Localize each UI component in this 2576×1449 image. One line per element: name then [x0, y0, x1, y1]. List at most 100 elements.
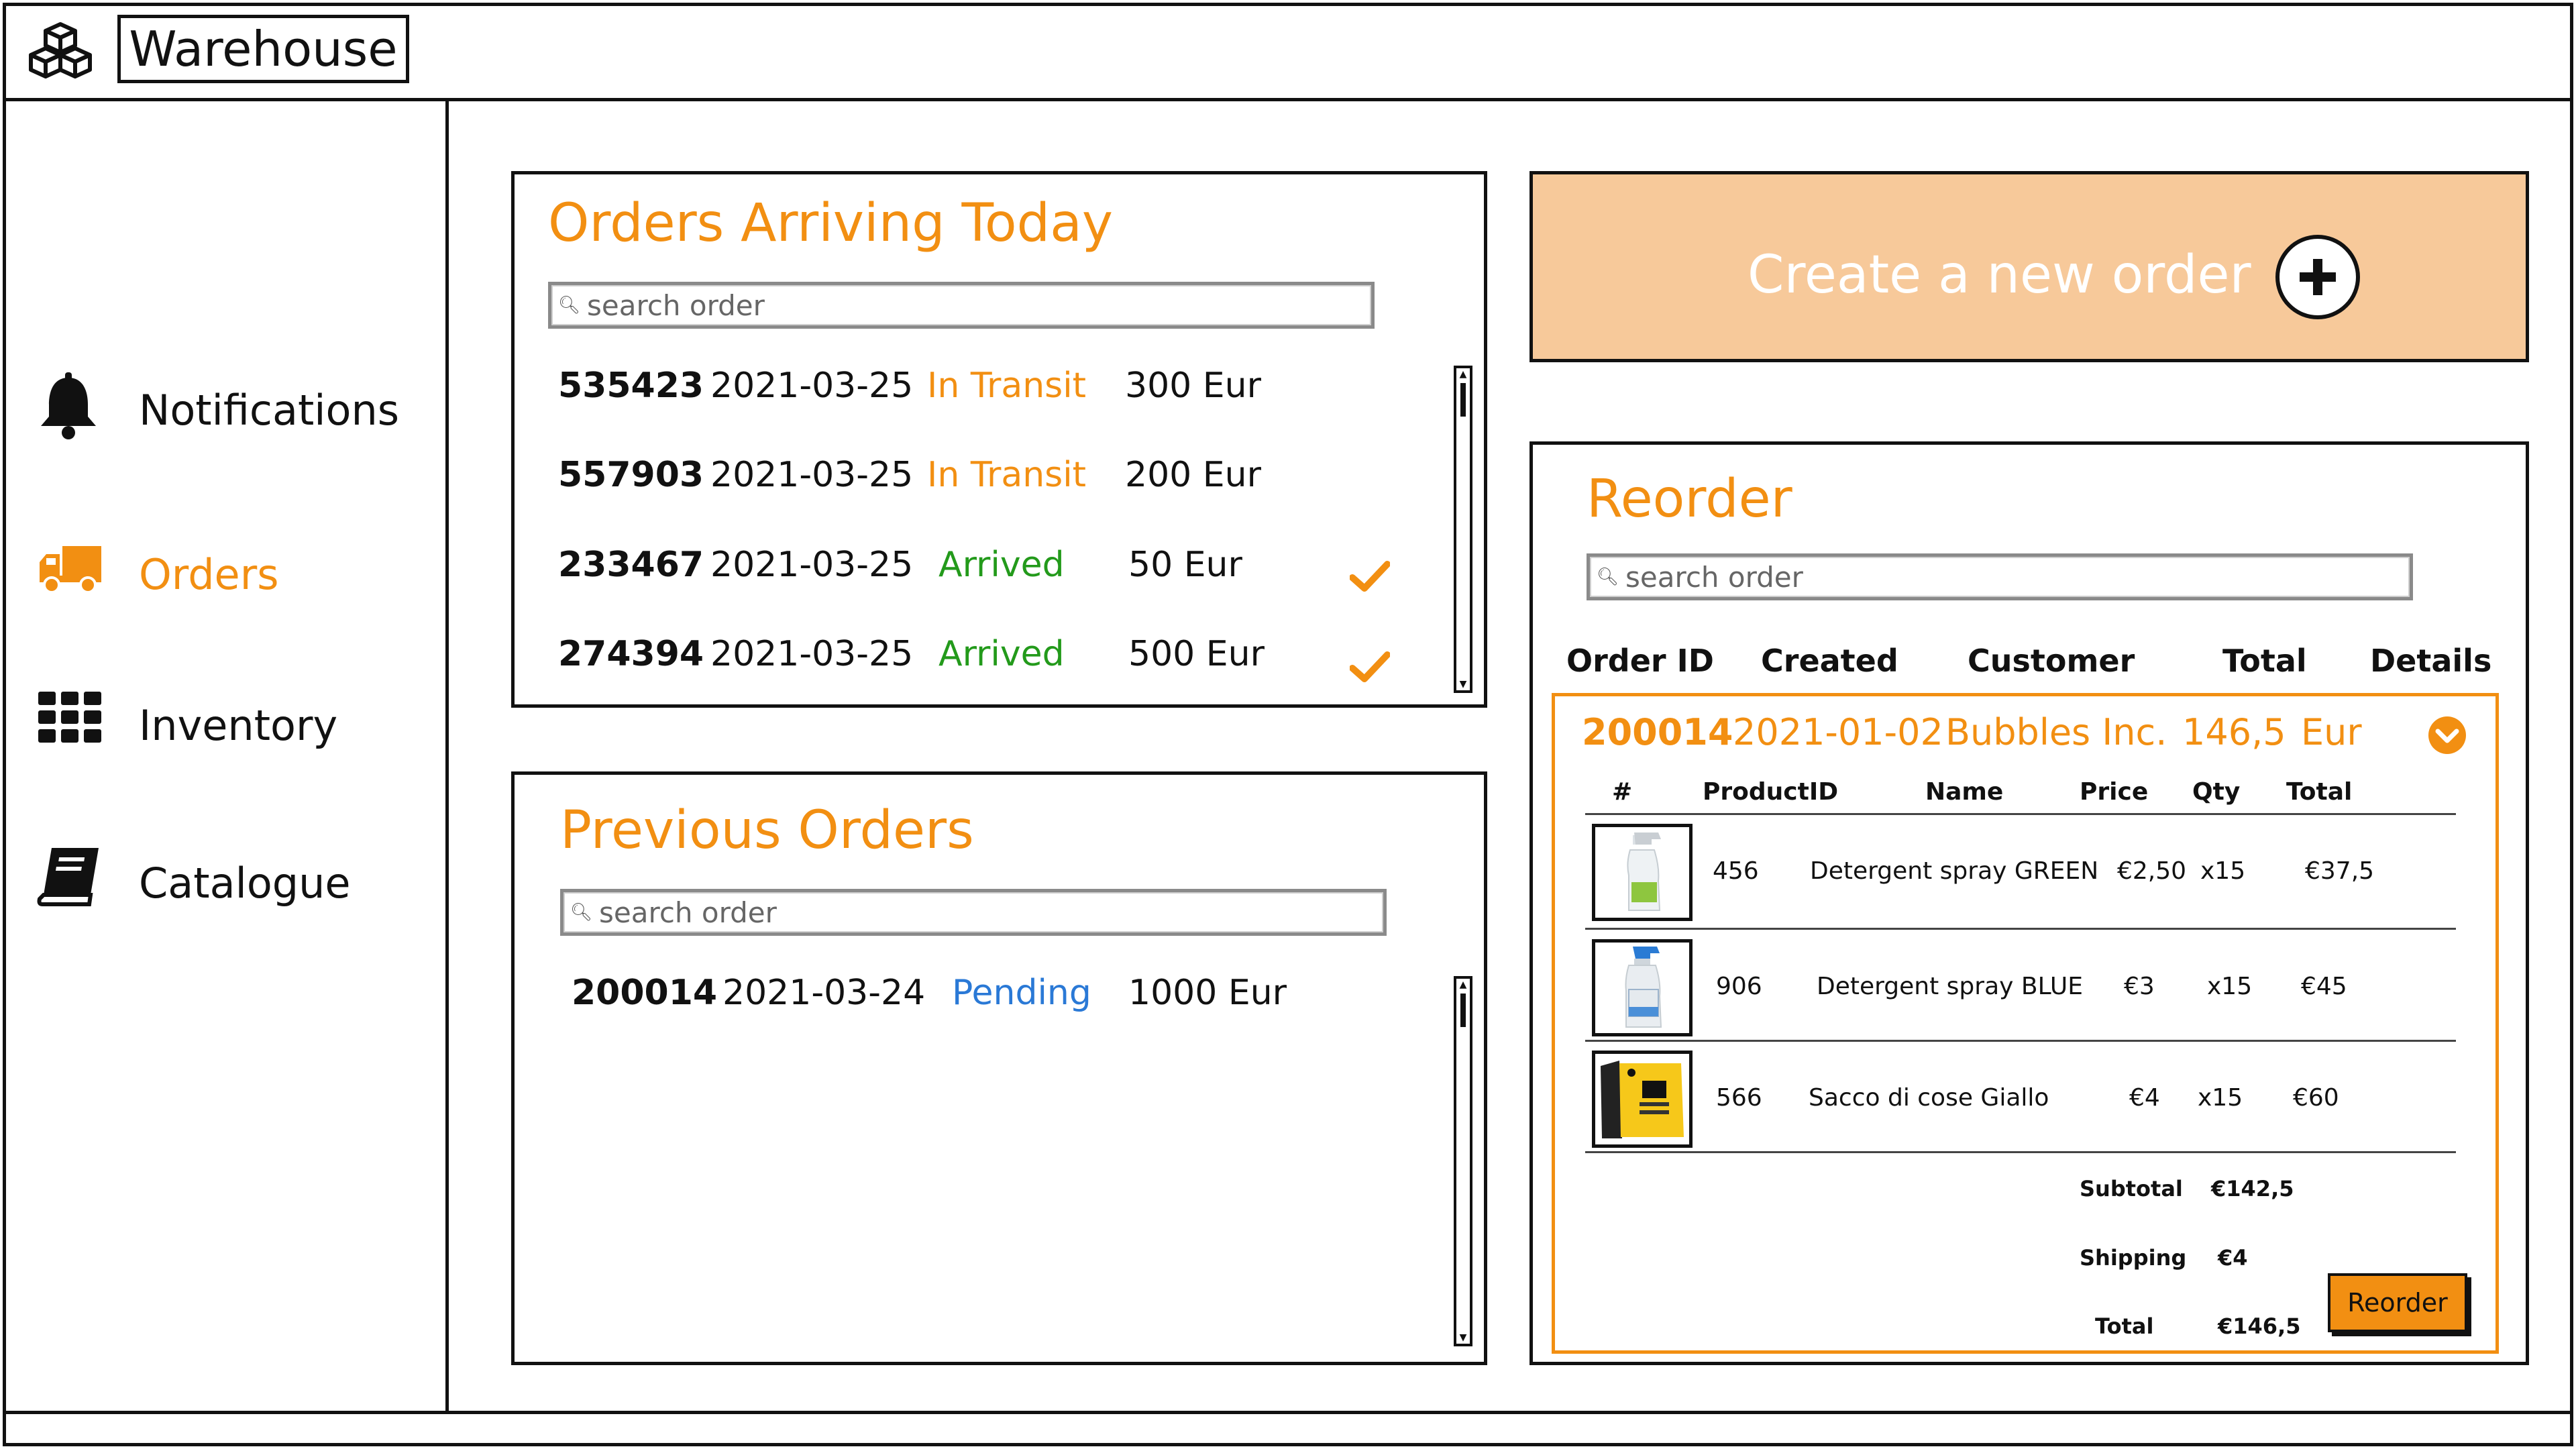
item-name: Detergent spray GREEN — [1810, 857, 2099, 885]
item-total: €37,5 — [2305, 857, 2375, 885]
expanded-order-card[interactable]: 200014 2021-01-02 Bubbles Inc. 146,5 Eur… — [1552, 693, 2499, 1354]
order-amount: 500 Eur — [1128, 634, 1265, 674]
search-field[interactable]: 🔍︎ — [1587, 553, 2413, 600]
panel-title: Previous Orders — [560, 800, 974, 861]
order-status: Arrived — [938, 634, 1065, 674]
sidebar-item-inventory[interactable]: Inventory — [37, 688, 413, 761]
item-total: €45 — [2301, 973, 2347, 1000]
sidebar-item-label: Inventory — [139, 701, 338, 750]
item-product-id: 566 — [1716, 1084, 1762, 1112]
item-price: €3 — [2124, 973, 2155, 1000]
item-column-header: Price — [2080, 778, 2149, 806]
search-icon: 🔍︎ — [558, 295, 581, 315]
truck-icon — [37, 542, 104, 598]
order-status: Arrived — [938, 545, 1065, 585]
subtotal-value: €142,5 — [2211, 1176, 2294, 1201]
item-qty: x15 — [2207, 973, 2253, 1000]
column-header[interactable]: Customer — [1968, 643, 2135, 679]
previous-panel: Previous Orders 🔍︎ 200014 2021-03-24 Pen… — [511, 771, 1487, 1365]
product-image — [1592, 824, 1693, 921]
column-header[interactable]: Total — [2222, 643, 2307, 679]
order-customer: Bubbles Inc. — [1945, 711, 2167, 753]
sidebar-item-label: Notifications — [139, 386, 400, 435]
green-spray-bottle-icon — [1627, 833, 1661, 911]
list-item[interactable]: 557903 — [558, 455, 704, 495]
order-date: 2021-03-25 — [710, 455, 914, 495]
scroll-up-icon[interactable]: ▲ — [1456, 370, 1470, 379]
order-status: In Transit — [927, 366, 1087, 406]
order-currency: Eur — [2301, 711, 2362, 753]
chevron-down-icon[interactable] — [2427, 715, 2467, 758]
reorder-button-label: Reorder — [2347, 1288, 2448, 1318]
sidebar-item-catalogue[interactable]: Catalogue — [37, 845, 413, 919]
column-header[interactable]: Details — [2370, 643, 2491, 679]
order-total: 146,5 — [2182, 711, 2286, 753]
scroll-up-icon[interactable]: ▲ — [1456, 980, 1470, 989]
product-image — [1592, 939, 1693, 1036]
yellow-bag-icon — [1601, 1061, 1684, 1138]
item-name: Sacco di cose Giallo — [1809, 1084, 2049, 1112]
item-product-id: 906 — [1716, 973, 1762, 1000]
order-id: 200014 — [572, 973, 718, 1013]
order-id: 200014 — [1582, 711, 1733, 753]
scroll-down-icon[interactable]: ▼ — [1456, 1333, 1470, 1342]
bottom-bar-divider — [3, 1411, 2573, 1414]
item-column-header: # — [1612, 778, 1633, 806]
sidebar-item-label: Catalogue — [139, 859, 351, 908]
boxes-icon — [27, 20, 94, 80]
order-date: 2021-03-25 — [710, 366, 914, 406]
product-image — [1592, 1051, 1693, 1148]
column-header[interactable]: Order ID — [1566, 643, 1714, 679]
search-input[interactable] — [1624, 559, 2410, 594]
create-order-label: Create a new order — [1748, 245, 2251, 305]
check-icon — [1349, 560, 1391, 595]
scrollbar[interactable]: ▲ ▼ — [1454, 366, 1472, 693]
scrollbar[interactable]: ▲ ▼ — [1454, 976, 1472, 1346]
panel-title: Reorder — [1587, 469, 1792, 529]
reorder-button[interactable]: Reorder — [2328, 1273, 2467, 1332]
order-amount: 200 Eur — [1125, 455, 1261, 495]
scroll-thumb[interactable] — [1460, 383, 1466, 417]
item-price: €2,50 — [2117, 857, 2187, 885]
order-status: In Transit — [927, 455, 1087, 495]
create-order-button[interactable]: Create a new order — [1529, 171, 2529, 362]
search-icon: 🔍︎ — [1597, 567, 1619, 587]
sidebar-divider — [445, 101, 449, 1412]
arriving-panel: Orders Arriving Today 🔍︎ 535423 2021-03-… — [511, 171, 1487, 708]
item-column-header: Total — [2286, 778, 2353, 806]
sidebar-item-notifications[interactable]: Notifications — [37, 372, 413, 446]
order-amount: 300 Eur — [1125, 366, 1261, 406]
scroll-thumb[interactable] — [1460, 994, 1466, 1027]
divider — [1585, 1040, 2456, 1042]
item-name: Detergent spray BLUE — [1817, 973, 2083, 1000]
item-price: €4 — [2129, 1084, 2160, 1112]
item-column-header: Qty — [2192, 778, 2241, 806]
divider — [1585, 928, 2456, 930]
order-id: 557903 — [558, 455, 704, 495]
search-field[interactable]: 🔍︎ — [548, 282, 1375, 329]
grid-icon — [37, 690, 104, 747]
order-status: Pending — [952, 973, 1091, 1013]
app-title-box: Warehouse — [117, 15, 409, 83]
subtotal-label: Subtotal — [2080, 1176, 2183, 1201]
sidebar-item-orders[interactable]: Orders — [37, 537, 413, 610]
scroll-down-icon[interactable]: ▼ — [1456, 680, 1470, 689]
list-item[interactable]: 200014 — [572, 973, 717, 1013]
reorder-panel: Reorder 🔍︎ Order ID Created Customer Tot… — [1529, 441, 2529, 1365]
column-header[interactable]: Created — [1761, 643, 1898, 679]
order-id: 535423 — [558, 366, 704, 406]
check-icon — [1349, 651, 1391, 686]
shipping-label: Shipping — [2080, 1245, 2187, 1271]
list-item[interactable]: 274394 — [558, 634, 704, 674]
list-item[interactable]: 233467 — [558, 545, 704, 585]
search-input[interactable] — [598, 895, 1383, 930]
divider — [1585, 813, 2456, 815]
order-amount: 50 Eur — [1128, 545, 1242, 585]
total-value: €146,5 — [2218, 1313, 2301, 1339]
list-item[interactable]: 535423 — [558, 366, 704, 406]
search-field[interactable]: 🔍︎ — [560, 889, 1387, 936]
search-input[interactable] — [586, 288, 1371, 323]
order-date: 2021-03-25 — [710, 634, 914, 674]
total-label: Total — [2095, 1313, 2154, 1339]
blue-spray-bottle-icon — [1625, 947, 1662, 1028]
